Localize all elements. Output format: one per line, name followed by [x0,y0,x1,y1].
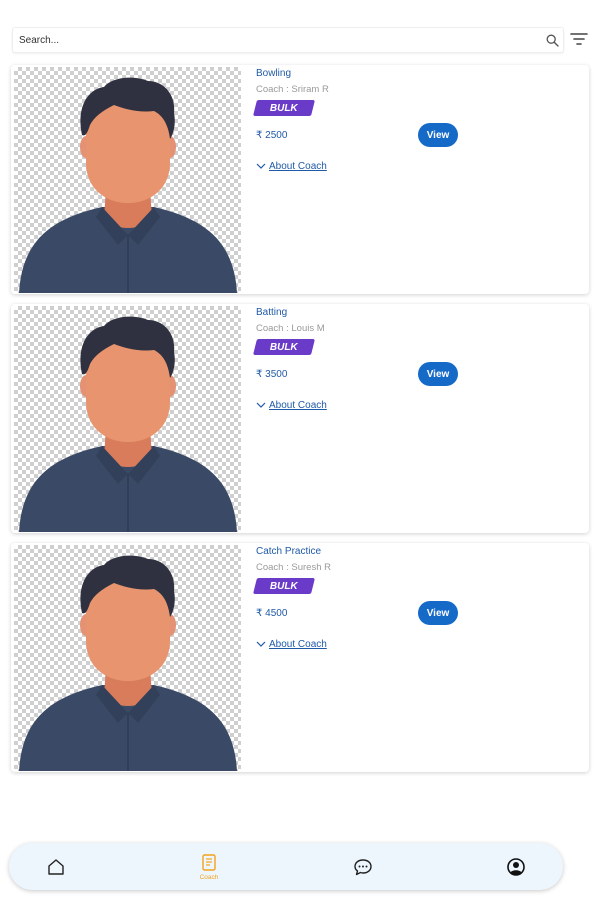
about-coach-link[interactable]: About Coach [269,161,327,172]
home-icon [48,858,64,875]
view-button[interactable]: View [418,123,458,147]
search-box[interactable] [12,27,564,53]
course-price: ₹ 2500 [256,130,288,141]
view-button[interactable]: View [418,362,458,386]
coach-card: Bowling Coach : Sriram R BULK ₹ 2500 Vie… [11,65,589,294]
course-price: ₹ 4500 [256,608,288,619]
nav-profile[interactable] [486,843,546,890]
bulk-badge-label: BULK [270,341,298,353]
nav-chat[interactable] [333,843,393,890]
about-coach-toggle[interactable]: About Coach [256,639,327,650]
coach-avatar-image [14,545,241,771]
bulk-badge: BULK [253,578,315,594]
coach-avatar-image [14,306,241,532]
bulk-badge-label: BULK [270,580,298,592]
search-icon[interactable] [546,34,559,47]
bulk-badge: BULK [253,339,315,355]
clipboard-icon [202,853,216,871]
bulk-badge-label: BULK [270,102,298,114]
about-coach-link[interactable]: About Coach [269,400,327,411]
about-coach-toggle[interactable]: About Coach [256,400,327,411]
bottom-nav: Coach [9,843,563,890]
nav-coach[interactable]: Coach [179,843,239,890]
course-title: Bowling [256,68,292,79]
nav-coach-label: Coach [199,873,219,881]
search-input[interactable] [19,32,534,48]
chevron-down-icon [256,402,266,408]
coach-name: Coach : Louis M [256,323,325,334]
filter-icon[interactable] [569,30,589,48]
coach-avatar-image [14,67,241,293]
profile-icon [507,857,525,876]
about-coach-toggle[interactable]: About Coach [256,161,327,172]
about-coach-link[interactable]: About Coach [269,639,327,650]
coach-card: Catch Practice Coach : Suresh R BULK ₹ 4… [11,543,589,772]
course-title: Catch Practice [256,546,322,557]
course-price: ₹ 3500 [256,369,288,380]
nav-home[interactable] [26,843,86,890]
chevron-down-icon [256,163,266,169]
view-button[interactable]: View [418,601,458,625]
coach-name: Coach : Sriram R [256,84,329,95]
coach-name: Coach : Suresh R [256,562,331,573]
bulk-badge: BULK [253,100,315,116]
coach-card: Batting Coach : Louis M BULK ₹ 3500 View… [11,304,589,533]
course-title: Batting [256,307,288,318]
chat-bubble-icon [354,858,372,875]
search-row [12,27,589,53]
chevron-down-icon [256,641,266,647]
